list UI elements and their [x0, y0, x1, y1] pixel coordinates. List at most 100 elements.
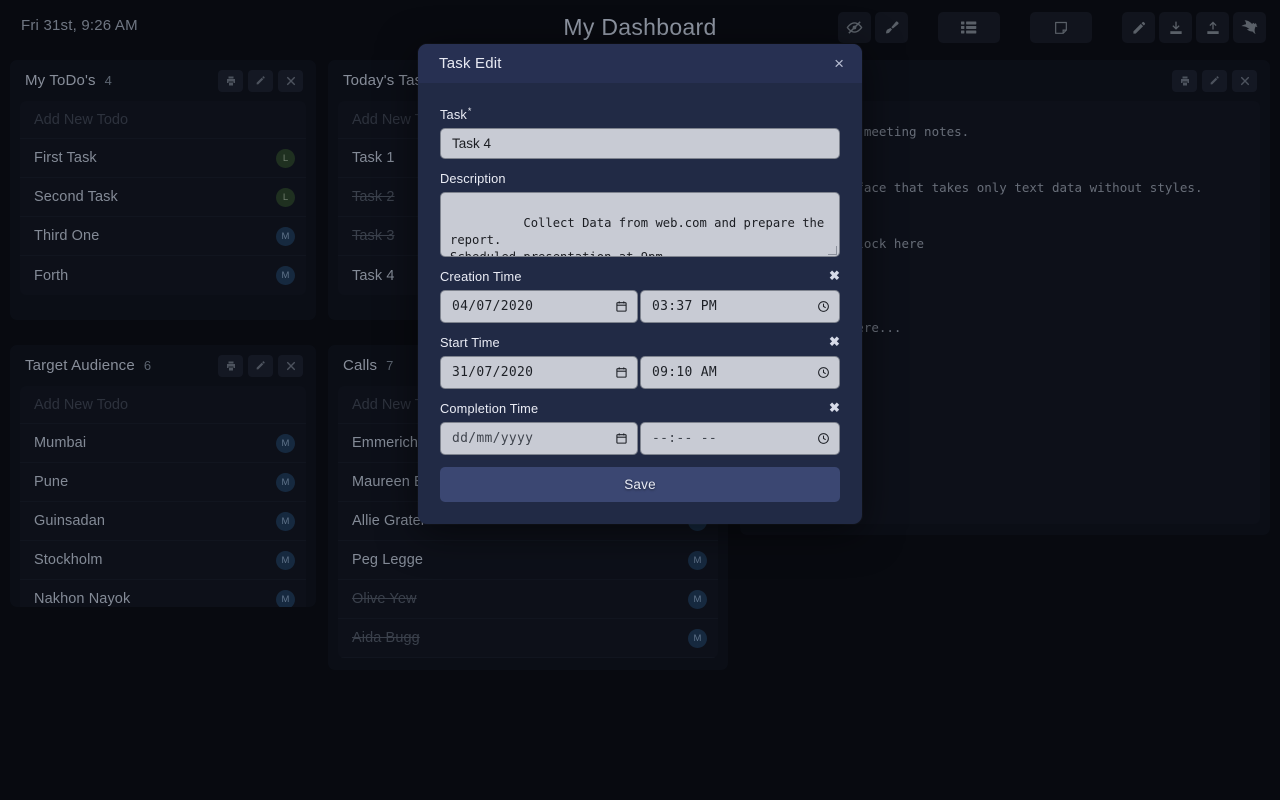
start-date-value: 31/07/2020 — [452, 365, 534, 380]
priority-badge[interactable]: M — [276, 589, 295, 607]
start-time-label-text: Start Time — [440, 335, 500, 350]
completion-time-inputs: dd/mm/yyyy --:-- -- — [440, 422, 840, 455]
priority-badge[interactable]: L — [276, 148, 295, 168]
priority-badge[interactable]: M — [276, 550, 295, 570]
start-time-value: 09:10 AM — [652, 365, 718, 380]
completion-time-value: --:-- -- — [652, 431, 718, 446]
add-new-todo-input[interactable]: Add New Todo — [20, 386, 306, 424]
close-icon[interactable]: × — [830, 53, 848, 74]
description-value: Collect Data from web.com and prepare th… — [450, 216, 825, 257]
list-item[interactable]: Guinsadan M — [20, 502, 306, 541]
priority-badge[interactable]: M — [276, 266, 295, 285]
list-item[interactable]: Nakhon Nayok M — [20, 580, 306, 607]
list-item[interactable]: Pune M — [20, 463, 306, 502]
list-item[interactable]: Stockholm M — [20, 541, 306, 580]
list-item[interactable]: Third One M — [20, 217, 306, 256]
list-item-label: Peg Legge — [352, 552, 424, 568]
panel-list: Add New Todo First Task L Second Task L … — [20, 101, 306, 295]
close-icon[interactable] — [278, 69, 303, 92]
description-label-text: Description — [440, 171, 506, 186]
priority-badge[interactable]: M — [276, 511, 295, 531]
list-item[interactable]: Aida Bugg M — [338, 619, 718, 658]
task-input[interactable]: Task 4 — [440, 128, 840, 159]
priority-badge[interactable]: M — [688, 550, 707, 570]
dialog-header: Task Edit × — [418, 44, 862, 83]
list-item[interactable]: Peg Legge M — [338, 541, 718, 580]
edit-icon[interactable] — [248, 354, 273, 377]
panel-header: Target Audience 6 — [10, 345, 316, 386]
creation-time-label: Creation Time ✖ — [440, 269, 840, 284]
upload-icon[interactable] — [1196, 12, 1229, 43]
start-time-inputs: 31/07/2020 09:10 AM — [440, 356, 840, 389]
creation-date-input[interactable]: 04/07/2020 — [440, 290, 638, 323]
priority-badge[interactable]: M — [688, 628, 707, 648]
bird-logo-icon[interactable] — [1233, 12, 1266, 43]
task-label-text: Task — [440, 107, 467, 122]
priority-badge[interactable]: M — [688, 589, 707, 609]
panel-title: Calls — [343, 357, 378, 374]
list-item-label: Pune — [34, 474, 69, 490]
clear-start-time-icon[interactable]: ✖ — [829, 335, 840, 348]
completion-date-input[interactable]: dd/mm/yyyy — [440, 422, 638, 455]
priority-badge[interactable]: M — [276, 226, 295, 246]
panel-actions — [1172, 69, 1257, 92]
list-item-label: Olive Yew — [352, 591, 417, 607]
clear-creation-time-icon[interactable]: ✖ — [829, 269, 840, 282]
calendar-icon[interactable] — [615, 366, 628, 379]
task-label: Task * — [440, 106, 840, 122]
edit-icon[interactable] — [1202, 69, 1227, 92]
print-icon[interactable] — [1172, 69, 1197, 92]
panel-header: My ToDo's 4 — [10, 60, 316, 101]
priority-badge[interactable]: L — [276, 187, 295, 207]
list-item-label: Guinsadan — [34, 513, 106, 529]
list-item[interactable]: Forth M — [20, 256, 306, 295]
list-item[interactable]: First Task L — [20, 139, 306, 178]
close-icon[interactable] — [278, 354, 303, 377]
download-icon[interactable] — [1159, 12, 1192, 43]
priority-badge[interactable]: M — [276, 433, 295, 453]
dialog-body: Task * Task 4 Description Collect Data fr… — [418, 83, 862, 524]
brush-icon[interactable] — [875, 12, 908, 43]
priority-badge[interactable]: M — [276, 472, 295, 492]
panel-actions — [218, 69, 303, 92]
creation-time-input[interactable]: 03:37 PM — [640, 290, 840, 323]
panel-title: Target Audience — [25, 357, 135, 374]
print-icon[interactable] — [218, 354, 243, 377]
field-task: Task * Task 4 — [440, 106, 840, 159]
edit-icon[interactable] — [1122, 12, 1155, 43]
completion-time-label-text: Completion Time — [440, 401, 539, 416]
start-time-input[interactable]: 09:10 AM — [640, 356, 840, 389]
field-completion-time: Completion Time ✖ dd/mm/yyyy --:-- -- — [440, 401, 840, 455]
resize-grip-icon[interactable] — [828, 246, 837, 255]
list-view-icon[interactable] — [938, 12, 1000, 43]
completion-date-value: dd/mm/yyyy — [452, 431, 534, 446]
creation-time-label-text: Creation Time — [440, 269, 522, 284]
panel-my-todos: My ToDo's 4 Add New Todo First Task L Se… — [10, 60, 316, 320]
add-new-todo-input[interactable]: Add New Todo — [20, 101, 306, 139]
note-icon[interactable] — [1030, 12, 1092, 43]
list-item[interactable]: Olive Yew M — [338, 580, 718, 619]
clock-icon[interactable] — [817, 432, 830, 445]
list-item[interactable]: Mumbai M — [20, 424, 306, 463]
hide-icon[interactable] — [838, 12, 871, 43]
calendar-icon[interactable] — [615, 432, 628, 445]
list-item[interactable]: Second Task L — [20, 178, 306, 217]
creation-time-inputs: 04/07/2020 03:37 PM — [440, 290, 840, 323]
panel-count: 6 — [143, 358, 152, 373]
completion-time-input[interactable]: --:-- -- — [640, 422, 840, 455]
start-date-input[interactable]: 31/07/2020 — [440, 356, 638, 389]
edit-icon[interactable] — [248, 69, 273, 92]
print-icon[interactable] — [218, 69, 243, 92]
dashboard-app: Fri 31st, 9:26 AM My Dashboard My ToDo's… — [0, 0, 1280, 800]
description-textarea[interactable]: Collect Data from web.com and prepare th… — [440, 192, 840, 257]
list-item-label: Stockholm — [34, 552, 103, 568]
list-item-label: Third One — [34, 228, 100, 244]
clock-icon[interactable] — [817, 366, 830, 379]
calendar-icon[interactable] — [615, 300, 628, 313]
panel-actions — [218, 354, 303, 377]
panel-count: 7 — [386, 358, 394, 373]
close-icon[interactable] — [1232, 69, 1257, 92]
clock-icon[interactable] — [817, 300, 830, 313]
save-button[interactable]: Save — [440, 467, 840, 502]
clear-completion-time-icon[interactable]: ✖ — [829, 401, 840, 414]
